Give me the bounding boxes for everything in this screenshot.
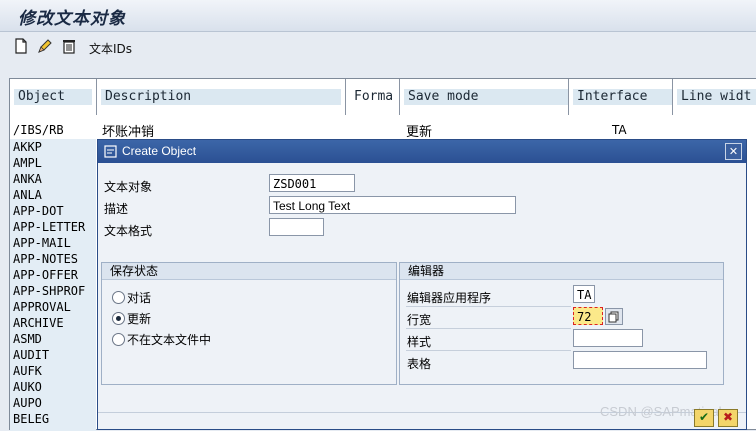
list-item[interactable]: ANKA	[10, 171, 96, 187]
column-interface[interactable]: Interface	[569, 79, 673, 115]
list-item[interactable]: BELEG	[10, 411, 96, 427]
list-item[interactable]: ANLA	[10, 187, 96, 203]
new-document-icon[interactable]	[13, 38, 29, 54]
text-ids-button[interactable]: 文本IDs	[89, 40, 132, 57]
page-title: 修改文本对象	[18, 9, 126, 29]
toolbar: 文本IDs	[0, 32, 756, 62]
cancel-button[interactable]: ✖	[718, 409, 738, 427]
dialog-title: Create Object	[122, 144, 197, 158]
trash-icon[interactable]	[61, 38, 77, 54]
form-label: 表格	[407, 357, 432, 371]
list-item[interactable]: APP-DOT	[10, 203, 96, 219]
value-help-button[interactable]	[605, 308, 623, 325]
title-bar: 修改文本对象	[0, 0, 756, 32]
save-status-group: 保存状态 对话 更新 不在文本文件中	[101, 262, 397, 385]
text-format-label: 文本格式	[104, 224, 153, 238]
editor-app-label: 编辑器应用程序	[407, 291, 492, 305]
column-header-label: Interface	[573, 89, 672, 105]
list-item[interactable]: APPROVAL	[10, 299, 96, 315]
column-save-mode[interactable]: Save mode	[400, 79, 569, 115]
radio-not-in-text-file[interactable]	[112, 333, 125, 346]
list-item[interactable]: APP-MAIL	[10, 235, 96, 251]
table-cell-description[interactable]: 坏账冲销	[102, 121, 154, 140]
save-status-header: 保存状态	[102, 263, 396, 280]
dialog-title-bar[interactable]: Create Object ✕	[98, 140, 746, 163]
divider	[406, 328, 571, 329]
line-width-field[interactable]: 72	[573, 307, 603, 325]
radio-dialog[interactable]	[112, 291, 125, 304]
column-header-label: Line widt	[677, 89, 756, 105]
line-width-label: 行宽	[407, 313, 432, 327]
radio-update-label[interactable]: 更新	[127, 310, 151, 327]
object-column-values: /IBS/RB AKKP AMPL ANKA ANLA APP-DOT APP-…	[10, 121, 96, 431]
continue-button[interactable]: ✔	[694, 409, 714, 427]
description-field[interactable]: Test Long Text	[269, 196, 516, 214]
column-object[interactable]: Object	[10, 79, 97, 115]
list-item[interactable]: AMPL	[10, 155, 96, 171]
editor-app-field[interactable]: TA	[573, 285, 595, 303]
divider	[406, 350, 571, 351]
text-object-field[interactable]: ZSD001	[269, 174, 355, 192]
style-label: 样式	[407, 335, 432, 349]
list-item[interactable]: APP-SHPROF	[10, 283, 96, 299]
table-cell-object[interactable]: /IBS/RB	[10, 121, 96, 139]
list-item[interactable]: APP-OFFER	[10, 267, 96, 283]
list-item[interactable]: AUFK	[10, 363, 96, 379]
divider	[406, 306, 571, 307]
column-header-label: Description	[101, 89, 341, 105]
create-object-dialog: Create Object ✕ 文本对象 ZSD001 描述 Test Long…	[97, 139, 747, 430]
column-description[interactable]: Description	[97, 79, 346, 115]
table-cell-save-mode[interactable]: 更新	[406, 121, 432, 140]
column-header-label: Save mode	[404, 89, 568, 105]
radio-dialog-label[interactable]: 对话	[127, 289, 151, 306]
text-format-field[interactable]	[269, 218, 324, 236]
radio-not-in-text-file-label[interactable]: 不在文本文件中	[127, 331, 211, 348]
column-header-label: Forma	[350, 89, 399, 105]
list-item[interactable]: APP-LETTER	[10, 219, 96, 235]
copy-icon	[608, 311, 619, 323]
form-field[interactable]	[573, 351, 707, 369]
list-item[interactable]: APP-NOTES	[10, 251, 96, 267]
close-button[interactable]: ✕	[725, 143, 742, 160]
column-header-label: Object	[14, 89, 92, 105]
list-item[interactable]: AKKP	[10, 139, 96, 155]
column-format[interactable]: Forma	[346, 79, 400, 115]
editor-header: 编辑器	[400, 263, 723, 280]
list-item[interactable]: AUPO	[10, 395, 96, 411]
editor-group: 编辑器 编辑器应用程序 TA 行宽 72 样式 表格	[399, 262, 724, 385]
radio-update[interactable]	[112, 312, 125, 325]
list-item[interactable]: AUKO	[10, 379, 96, 395]
dialog-window-icon	[104, 145, 117, 158]
list-item[interactable]: AUDIT	[10, 347, 96, 363]
column-line-width[interactable]: Line widt	[673, 79, 756, 115]
list-item[interactable]: ARCHIVE	[10, 315, 96, 331]
style-field[interactable]	[573, 329, 643, 347]
pencil-icon[interactable]	[37, 38, 53, 54]
description-label: 描述	[104, 202, 129, 216]
list-item[interactable]: ASMD	[10, 331, 96, 347]
text-object-label: 文本对象	[104, 180, 153, 194]
